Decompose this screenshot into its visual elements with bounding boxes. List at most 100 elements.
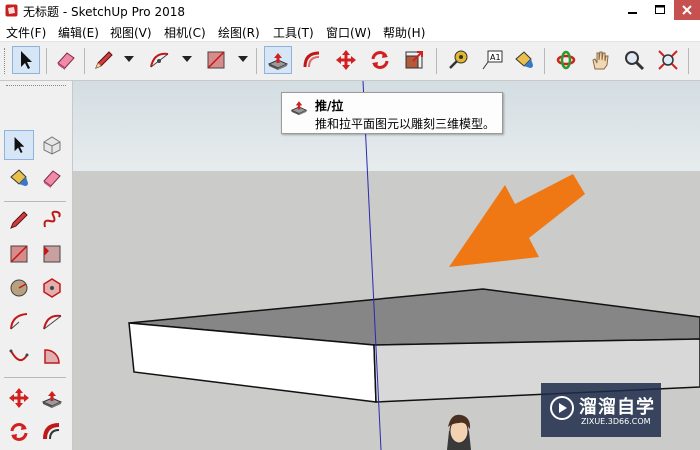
- left-component-tool-button[interactable]: [37, 130, 67, 160]
- toolbar-separator: [544, 48, 545, 74]
- maximize-button[interactable]: [647, 0, 673, 20]
- main-toolbar: A1: [0, 42, 700, 81]
- left-toolbar-grip[interactable]: [6, 85, 66, 88]
- pencil-line-icon: [95, 51, 113, 69]
- left-freehand-tool-button[interactable]: [37, 205, 67, 235]
- move-icon: [9, 388, 29, 408]
- select-arrow-icon: [21, 51, 32, 69]
- left-rotated-rectangle-tool-button[interactable]: [37, 239, 67, 269]
- left-push-pull-tool-button[interactable]: [37, 383, 67, 413]
- menu-file[interactable]: 文件(F): [6, 24, 46, 41]
- text-tool-label: A1: [490, 53, 501, 62]
- watermark-name: 溜溜自学: [579, 397, 655, 418]
- orbit-icon: [556, 50, 576, 70]
- menu-view[interactable]: 视图(V): [110, 24, 152, 41]
- zoom-extents-icon: [658, 50, 678, 70]
- play-logo-icon: [550, 396, 574, 420]
- rectangle-icon: [207, 51, 225, 69]
- arc-icon: [10, 313, 28, 330]
- rotate-icon: [10, 423, 28, 441]
- left-circle-tool-button[interactable]: [4, 273, 34, 303]
- paint-bucket-tool-button[interactable]: [510, 46, 538, 74]
- follow-me-icon: [303, 51, 320, 68]
- line-tool-button[interactable]: [90, 46, 118, 74]
- large-tool-set: [0, 81, 73, 450]
- watermark-url: ZIXUE.3D66.COM: [581, 417, 651, 426]
- rectangle-tool-button[interactable]: [202, 46, 230, 74]
- left-polygon-tool-button[interactable]: [37, 273, 67, 303]
- toolbar-grip[interactable]: [4, 48, 7, 74]
- toolbar-separator: [256, 48, 257, 74]
- scale-tool-button[interactable]: [400, 46, 428, 74]
- move-icon: [336, 50, 356, 70]
- three-point-arc-icon: [9, 349, 29, 362]
- rotated-rectangle-icon: [43, 245, 61, 263]
- pan-tool-button[interactable]: [586, 46, 614, 74]
- maximize-icon: [655, 5, 665, 14]
- menu-help[interactable]: 帮助(H): [383, 24, 425, 41]
- left-toolbar-separator: [4, 377, 66, 378]
- zoom-icon: [625, 51, 645, 71]
- tooltip-description: 推和拉平面图元以雕刻三维模型。: [315, 117, 496, 131]
- left-rotate-tool-button[interactable]: [4, 417, 34, 447]
- push-pull-tool-button[interactable]: [264, 46, 292, 74]
- eraser-icon: [43, 170, 61, 188]
- left-select-tool-button[interactable]: [4, 130, 34, 160]
- minimize-icon: [628, 12, 637, 14]
- move-tool-button[interactable]: [332, 46, 360, 74]
- close-button[interactable]: [674, 0, 700, 20]
- eraser-icon: [57, 52, 75, 70]
- sketchup-app-icon: [5, 4, 18, 17]
- follow-me-tool-button[interactable]: [298, 46, 326, 74]
- left-two-point-arc-tool-button[interactable]: [37, 307, 67, 337]
- close-icon: [682, 5, 692, 15]
- text-label-icon: A1: [482, 50, 503, 70]
- pie-icon: [44, 349, 60, 364]
- left-follow-me-tool-button[interactable]: [37, 417, 67, 447]
- arc-tool-button[interactable]: [146, 46, 174, 74]
- left-eraser-tool-button[interactable]: [37, 163, 67, 193]
- make-component-icon: [43, 136, 61, 155]
- polygon-icon: [43, 278, 61, 298]
- left-arc-tool-button[interactable]: [4, 307, 34, 337]
- push-pull-tooltip: 推/拉 推和拉平面图元以雕刻三维模型。: [281, 92, 503, 134]
- eraser-tool-button[interactable]: [52, 46, 80, 74]
- push-pull-icon: [41, 391, 63, 408]
- minimize-button[interactable]: [620, 0, 646, 20]
- orbit-tool-button[interactable]: [552, 46, 580, 74]
- zoom-extents-tool-button[interactable]: [654, 46, 682, 74]
- paint-bucket-icon: [515, 51, 533, 68]
- select-tool-button[interactable]: [12, 46, 40, 74]
- menu-tools[interactable]: 工具(T): [273, 24, 314, 41]
- left-paint-tool-button[interactable]: [4, 163, 34, 193]
- menu-edit[interactable]: 编辑(E): [58, 24, 99, 41]
- two-point-arc-icon: [43, 314, 62, 330]
- freehand-icon: [43, 210, 61, 228]
- toolbar-separator: [46, 48, 47, 74]
- rotate-tool-button[interactable]: [366, 46, 394, 74]
- tape-measure-icon: [449, 50, 468, 69]
- menu-bar: 文件(F) 编辑(E) 视图(V) 相机(C) 绘图(R) 工具(T) 窗口(W…: [0, 22, 700, 42]
- text-tool-button[interactable]: A1: [478, 46, 506, 74]
- menu-camera[interactable]: 相机(C): [164, 24, 206, 41]
- menu-window[interactable]: 窗口(W): [326, 24, 371, 41]
- rectangle-dropdown-arrow[interactable]: [238, 56, 248, 62]
- circle-icon: [10, 279, 28, 297]
- left-move-tool-button[interactable]: [4, 383, 34, 413]
- menu-draw[interactable]: 绘图(R): [218, 24, 260, 41]
- line-dropdown-arrow[interactable]: [124, 56, 134, 62]
- left-rectangle-tool-button[interactable]: [4, 239, 34, 269]
- rotate-icon: [371, 51, 389, 69]
- left-three-point-arc-tool-button[interactable]: [4, 341, 34, 371]
- push-pull-icon: [267, 53, 289, 70]
- zoom-tool-button[interactable]: [620, 46, 648, 74]
- left-line-tool-button[interactable]: [4, 205, 34, 235]
- tape-measure-tool-button[interactable]: [444, 46, 472, 74]
- arc-dropdown-arrow[interactable]: [182, 56, 192, 62]
- follow-me-icon: [43, 423, 60, 440]
- toolbar-separator: [688, 48, 689, 74]
- arc-icon: [150, 52, 169, 68]
- line-icon: [10, 211, 28, 229]
- left-pie-tool-button[interactable]: [37, 341, 67, 371]
- title-bar: 无标题 - SketchUp Pro 2018: [0, 0, 700, 22]
